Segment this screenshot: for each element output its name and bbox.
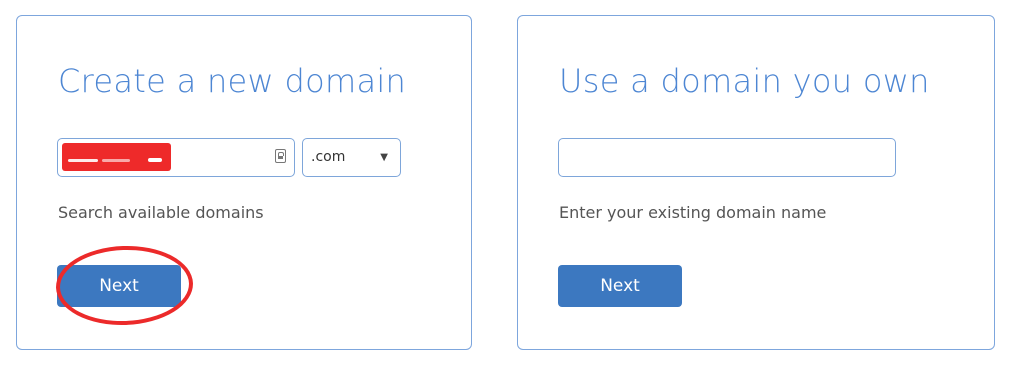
autofill-icon[interactable]: [275, 149, 286, 163]
create-domain-next-button[interactable]: Next: [57, 265, 181, 307]
own-domain-title: Use a domain you own: [559, 62, 930, 100]
new-domain-input[interactable]: [57, 138, 295, 177]
create-domain-title: Create a new domain: [58, 62, 407, 100]
tld-select[interactable]: .com ▼: [302, 138, 401, 177]
own-domain-card: Use a domain you own Enter your existing…: [517, 15, 995, 350]
dropdown-arrow-icon: ▼: [380, 152, 388, 163]
search-domains-helper: Search available domains: [58, 203, 264, 222]
tld-select-value: .com: [311, 149, 346, 165]
existing-domain-helper: Enter your existing domain name: [559, 203, 827, 222]
create-domain-card: Create a new domain .com ▼ Search availa…: [16, 15, 472, 350]
domain-setup-page: Create a new domain .com ▼ Search availa…: [0, 0, 1016, 373]
own-domain-next-button[interactable]: Next: [558, 265, 682, 307]
existing-domain-input[interactable]: [558, 138, 896, 177]
redacted-domain-text: [62, 143, 171, 171]
